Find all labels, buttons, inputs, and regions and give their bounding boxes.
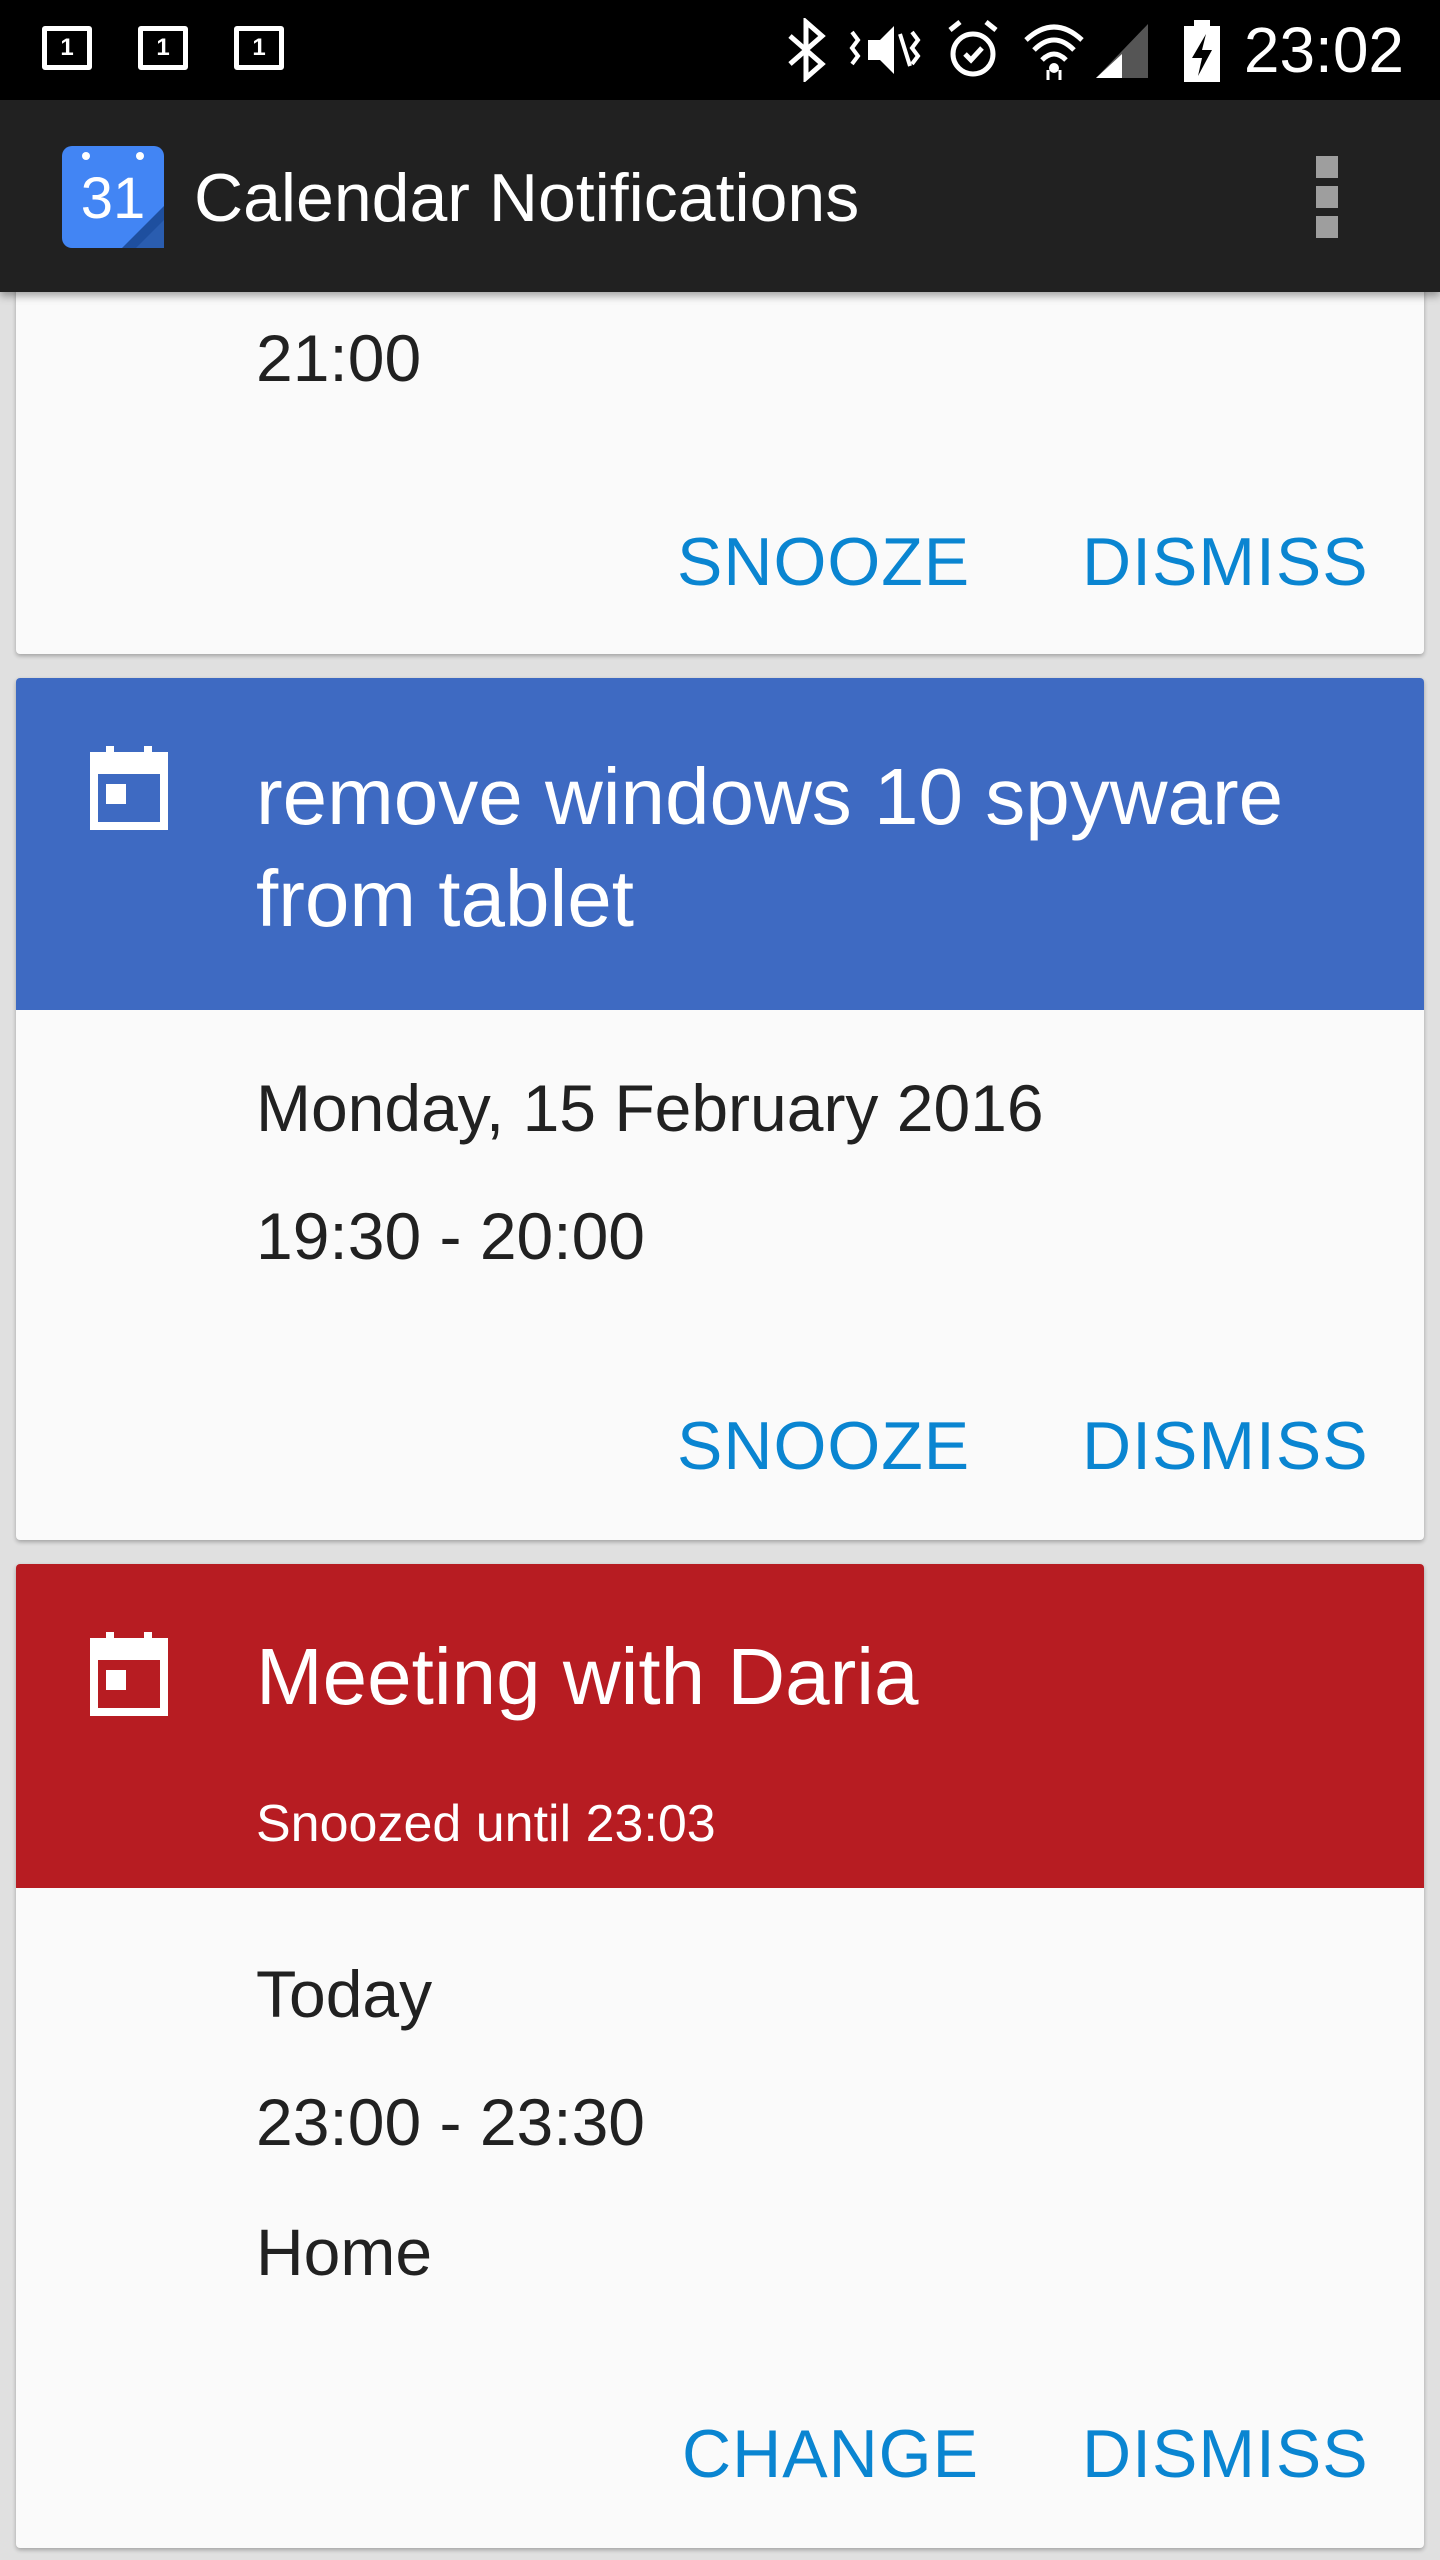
battery-charging-icon — [1184, 20, 1220, 82]
calendar-icon — [90, 746, 168, 830]
event-location: Home — [256, 2215, 433, 2289]
vibrate-mute-icon — [849, 26, 921, 74]
dismiss-button[interactable]: DISMISS — [1082, 522, 1369, 602]
sim-card-icon: 1 — [234, 26, 284, 70]
event-time: 21:00 — [256, 321, 422, 395]
notification-card: Meeting with Daria Snoozed until 23:03 T… — [16, 1564, 1424, 2548]
change-button[interactable]: CHANGE — [682, 2414, 979, 2494]
clock: 23:02 — [1243, 14, 1404, 86]
app-title: Calendar Notifications — [194, 160, 860, 236]
dismiss-button[interactable]: DISMISS — [1082, 2414, 1369, 2494]
event-time: 19:30 - 20:00 — [256, 1199, 645, 1273]
snooze-button[interactable]: SNOOZE — [677, 1406, 970, 1486]
snooze-status: Snoozed until 23:03 — [256, 1795, 716, 1853]
calendar-app-icon: 31 — [62, 146, 164, 248]
dismiss-button[interactable]: DISMISS — [1082, 1406, 1369, 1486]
logo-text: 31 — [81, 166, 146, 231]
event-date: Monday, 15 February 2016 — [256, 1071, 1044, 1145]
overflow-menu-icon[interactable] — [1300, 152, 1356, 242]
notification-card: remove windows 10 spyware from tablet Mo… — [16, 678, 1424, 1540]
event-title: Meeting with Daria — [256, 1632, 919, 1721]
cell-signal-icon — [1096, 24, 1148, 78]
event-date: Today — [256, 1957, 433, 2031]
bluetooth-icon — [788, 18, 826, 82]
card-header[interactable]: Meeting with Daria Snoozed until 23:03 — [16, 1564, 1424, 1888]
alarm-icon — [948, 20, 998, 77]
app-bar: 31 Calendar Notifications — [0, 100, 1440, 292]
snooze-button[interactable]: SNOOZE — [677, 522, 970, 602]
sim-card-icon: 1 — [138, 26, 188, 70]
notification-card: 21:00 SNOOZE DISMISS — [16, 250, 1424, 654]
wifi-icon — [1024, 24, 1084, 80]
event-time: 23:00 - 23:30 — [256, 2085, 645, 2159]
status-bar: 1 1 1 23:02 — [0, 0, 1440, 100]
sim-card-icon: 1 — [42, 26, 92, 70]
calendar-icon — [90, 1632, 168, 1716]
card-header[interactable]: remove windows 10 spyware from tablet — [16, 678, 1424, 1010]
event-title: remove windows 10 spyware from tablet — [256, 752, 1284, 943]
